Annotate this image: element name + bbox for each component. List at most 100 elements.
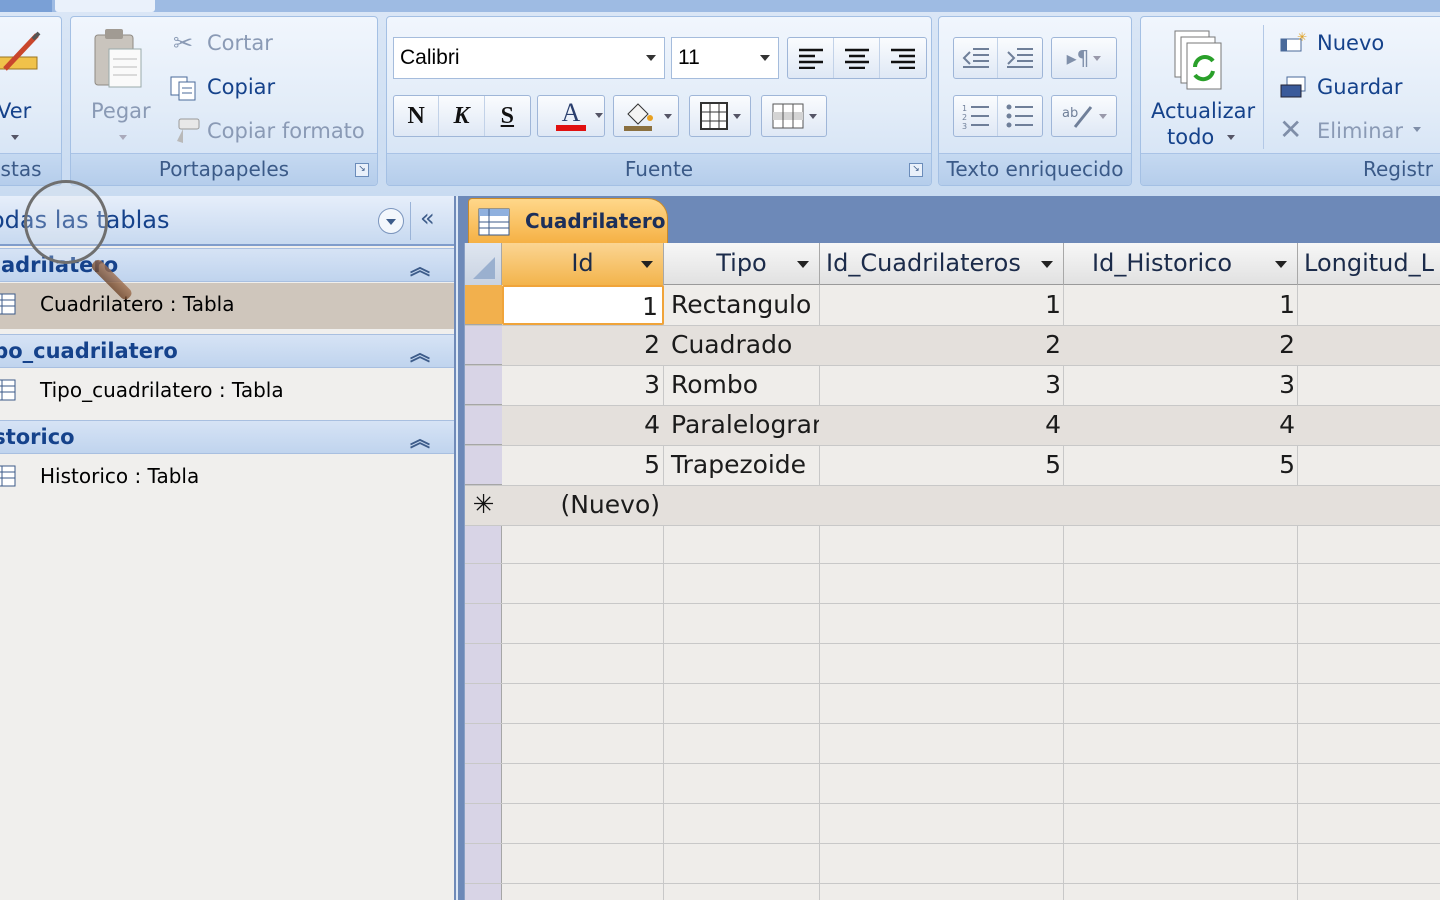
refresh-all-label[interactable]: Actualizar [1151,99,1255,123]
numbered-list-button[interactable]: 123 [954,96,998,136]
align-left-button[interactable] [788,38,834,78]
record-selector[interactable] [465,325,502,365]
cell-id-cuadrilateros[interactable]: 3 [821,365,1065,405]
record-selector[interactable] [465,365,502,405]
refresh-all-dropdown-arrow[interactable] [1227,135,1235,140]
column-filter-dropdown-icon[interactable] [641,261,653,268]
record-selector[interactable] [465,285,502,325]
cell-id-cuadrilateros[interactable]: 1 [821,285,1065,325]
column-filter-dropdown-icon[interactable] [1275,261,1287,268]
column-filter-dropdown-icon[interactable] [797,261,809,268]
cell-tipo[interactable]: Rectangulo [667,285,819,325]
align-center-button[interactable] [834,38,880,78]
gridlines-control[interactable] [689,95,751,137]
new-record-icon[interactable]: ✳ [1279,31,1309,57]
alternate-fill-dropdown-arrow[interactable] [809,113,817,119]
nav-item-historico-table[interactable]: Historico : Tabla [0,455,454,501]
italic-button[interactable]: K [439,96,485,136]
fill-color-button[interactable] [614,96,678,136]
view-dropdown-arrow[interactable] [11,135,19,140]
underline-button[interactable]: S [485,96,530,136]
fill-color-dropdown-arrow[interactable] [664,113,672,119]
new-record-row[interactable]: ✳ (Nuevo) [465,485,1440,525]
fuente-launcher-icon[interactable]: ↘ [909,163,923,177]
ribbon-tab-inicio[interactable] [55,0,155,12]
cell-tipo[interactable]: Paralelogramo [667,405,819,445]
font-name-dropdown-icon[interactable] [646,55,656,61]
highlight-dropdown-arrow[interactable] [1099,113,1107,119]
cell-id[interactable]: 5 [502,445,664,485]
delete-record-icon[interactable]: ✕ [1279,113,1302,146]
cell-id[interactable]: 1 [502,285,664,325]
view-icon[interactable] [0,29,41,75]
format-painter-icon[interactable] [169,117,201,145]
shutter-bar-collapse-icon[interactable]: « [420,204,435,232]
cell-id[interactable]: 3 [502,365,664,405]
paragraph-direction-dropdown-arrow[interactable] [1093,55,1102,61]
cell-id-cuadrilateros[interactable]: 5 [821,445,1065,485]
delete-record-button[interactable]: Eliminar [1317,119,1403,143]
paragraph-direction-control[interactable]: ▸¶ [1051,37,1117,79]
scissors-icon[interactable]: ✂ [173,29,193,57]
cell-id-historico[interactable]: 3 [1065,365,1299,405]
gridlines-dropdown-arrow[interactable] [733,113,741,119]
ribbon-tab-edge[interactable] [0,0,52,12]
copy-button[interactable]: Copiar [207,75,275,99]
column-header-longitud[interactable]: Longitud_L [1298,243,1440,285]
collapse-group-icon[interactable]: ︽ [410,337,430,366]
save-record-button[interactable]: Guardar [1317,75,1403,99]
record-selector[interactable] [465,405,502,445]
font-size-combo[interactable]: 11 [671,37,779,79]
highlight-button[interactable]: ab [1052,96,1116,136]
collapse-group-icon[interactable]: ︽ [410,423,430,452]
align-right-button[interactable] [880,38,926,78]
nav-group-historico[interactable]: istorico ︽ [0,420,454,454]
view-label[interactable]: Ver [0,99,31,123]
table-row[interactable]: 2 Cuadrado 2 2 [465,325,1440,365]
bold-button[interactable]: N [394,96,440,136]
table-row[interactable]: 1 Rectangulo 1 1 [465,285,1440,325]
portapapeles-launcher-icon[interactable]: ↘ [355,163,369,177]
refresh-all-icon[interactable] [1171,27,1227,91]
nav-item-cuadrilatero-table[interactable]: Cuadrilatero : Tabla [0,283,454,329]
new-record-button[interactable]: Nuevo [1317,31,1384,55]
cut-button[interactable]: Cortar [207,31,273,55]
cell-id-cuadrilateros[interactable]: 2 [821,325,1065,365]
font-name-combo[interactable]: Calibri [393,37,665,79]
cell-id-historico[interactable]: 1 [1065,285,1299,325]
table-row[interactable]: 3 Rombo 3 3 [465,365,1440,405]
column-header-tipo[interactable]: Tipo [664,243,820,285]
table-row[interactable]: 5 Trapezoide 5 5 [465,445,1440,485]
cell-id-cuadrilateros[interactable]: 4 [821,405,1065,445]
document-tab-cuadrilatero[interactable]: Cuadrilatero [468,198,668,244]
cell-tipo[interactable]: Rombo [667,365,819,405]
refresh-all-label-2[interactable]: todo [1167,125,1214,149]
paste-dropdown-arrow[interactable] [119,135,127,140]
paste-label[interactable]: Pegar [91,99,151,123]
paragraph-direction-button[interactable]: ▸¶ [1052,38,1116,78]
column-header-id-historico[interactable]: Id_Historico [1064,243,1298,285]
highlight-control[interactable]: ab [1051,95,1117,137]
column-header-id[interactable]: Id [502,243,664,285]
gridlines-button[interactable] [690,96,750,136]
fill-color-control[interactable] [613,95,679,137]
alternate-fill-button[interactable] [762,96,826,136]
navigation-menu-dropdown-icon[interactable] [378,208,404,234]
format-painter-button[interactable]: Copiar formato [207,119,365,143]
new-record-placeholder[interactable]: (Nuevo) [502,485,664,525]
save-record-icon[interactable] [1279,75,1309,101]
nav-item-tipo-cuadrilatero-table[interactable]: Tipo_cuadrilatero : Tabla [0,369,454,415]
copy-icon[interactable] [169,75,199,101]
cell-id-historico[interactable]: 2 [1065,325,1299,365]
cell-id[interactable]: 4 [502,405,664,445]
decrease-indent-button[interactable] [954,38,998,78]
cell-tipo[interactable]: Cuadrado [667,325,819,365]
select-all-button[interactable] [465,243,502,285]
record-selector[interactable] [465,445,502,485]
paste-icon[interactable] [93,27,145,91]
bullet-list-button[interactable] [998,96,1042,136]
column-filter-dropdown-icon[interactable] [1041,261,1053,268]
cell-tipo[interactable]: Trapezoide [667,445,819,485]
cell-id-historico[interactable]: 4 [1065,405,1299,445]
cell-id-historico[interactable]: 5 [1065,445,1299,485]
